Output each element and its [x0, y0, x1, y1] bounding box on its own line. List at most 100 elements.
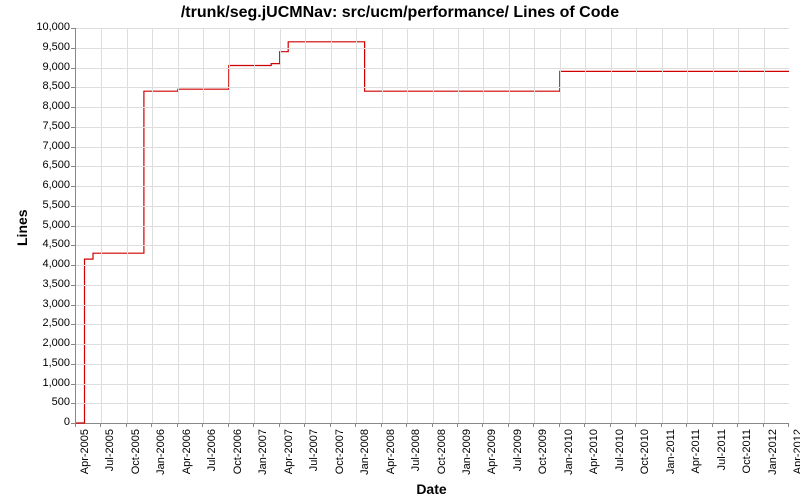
xtick: [126, 423, 127, 427]
gridline-v: [483, 28, 484, 423]
gridline-v: [534, 28, 535, 423]
xtick: [100, 423, 101, 427]
xtick: [279, 423, 280, 427]
gridline-v: [229, 28, 230, 423]
ytick-label: 6,000: [30, 179, 70, 191]
xtick-label: Apr-2007: [283, 429, 295, 489]
gridline-v: [433, 28, 434, 423]
xtick-label: Jul-2009: [512, 429, 524, 489]
xtick: [202, 423, 203, 427]
gridline-v: [738, 28, 739, 423]
xtick: [355, 423, 356, 427]
ytick-label: 2,500: [30, 317, 70, 329]
gridline-v: [127, 28, 128, 423]
xtick: [661, 423, 662, 427]
gridline-v: [254, 28, 255, 423]
gridline-v: [611, 28, 612, 423]
xtick-label: Jan-2009: [461, 429, 473, 489]
y-axis-label: Lines: [14, 209, 30, 246]
xtick: [788, 423, 789, 427]
gridline-v: [101, 28, 102, 423]
loc-chart: /trunk/seg.jUCMNav: src/ucm/performance/…: [0, 0, 800, 500]
xtick-label: Oct-2005: [130, 429, 142, 489]
xtick: [304, 423, 305, 427]
xtick: [559, 423, 560, 427]
xtick-label: Oct-2011: [741, 429, 753, 489]
ytick: [71, 48, 75, 49]
ytick: [71, 245, 75, 246]
ytick: [71, 28, 75, 29]
xtick: [177, 423, 178, 427]
gridline-v: [764, 28, 765, 423]
gridline-v: [509, 28, 510, 423]
gridline-v: [687, 28, 688, 423]
xtick: [75, 423, 76, 427]
xtick-label: Jul-2006: [206, 429, 218, 489]
ytick: [71, 265, 75, 266]
ytick-label: 4,000: [30, 258, 70, 270]
gridline-v: [585, 28, 586, 423]
xtick: [763, 423, 764, 427]
xtick-label: Apr-2010: [588, 429, 600, 489]
ytick-label: 3,500: [30, 278, 70, 290]
ytick-label: 4,500: [30, 238, 70, 250]
gridline-v: [560, 28, 561, 423]
gridline-v: [280, 28, 281, 423]
ytick-label: 0: [30, 416, 70, 428]
xtick: [253, 423, 254, 427]
ytick: [71, 226, 75, 227]
xtick-label: Jul-2010: [614, 429, 626, 489]
ytick: [71, 344, 75, 345]
xtick-label: Jul-2011: [716, 429, 728, 489]
xtick-label: Apr-2006: [181, 429, 193, 489]
ytick: [71, 186, 75, 187]
xtick-label: Oct-2010: [639, 429, 651, 489]
ytick-label: 10,000: [30, 21, 70, 33]
ytick-label: 5,000: [30, 219, 70, 231]
ytick: [71, 206, 75, 207]
ytick-label: 500: [30, 396, 70, 408]
gridline-v: [458, 28, 459, 423]
xtick-label: Jan-2012: [767, 429, 779, 489]
ytick-label: 7,500: [30, 120, 70, 132]
xtick: [432, 423, 433, 427]
ytick-label: 6,500: [30, 159, 70, 171]
gridline-v: [356, 28, 357, 423]
xtick: [584, 423, 585, 427]
xtick-label: Oct-2006: [232, 429, 244, 489]
xtick: [482, 423, 483, 427]
ytick: [71, 305, 75, 306]
ytick-label: 9,000: [30, 61, 70, 73]
xtick-label: Apr-2012: [792, 429, 800, 489]
ytick-label: 7,000: [30, 140, 70, 152]
xtick-label: Jan-2006: [155, 429, 167, 489]
xtick: [330, 423, 331, 427]
xtick-label: Apr-2011: [690, 429, 702, 489]
ytick-label: 3,000: [30, 298, 70, 310]
gridline-v: [178, 28, 179, 423]
ytick: [71, 364, 75, 365]
xtick-label: Oct-2007: [334, 429, 346, 489]
ytick-label: 1,000: [30, 377, 70, 389]
xtick: [533, 423, 534, 427]
ytick: [71, 285, 75, 286]
xtick: [610, 423, 611, 427]
xtick: [508, 423, 509, 427]
ytick-label: 5,500: [30, 199, 70, 211]
ytick: [71, 127, 75, 128]
xtick-label: Apr-2005: [79, 429, 91, 489]
xtick-label: Oct-2009: [537, 429, 549, 489]
ytick: [71, 147, 75, 148]
gridline-v: [203, 28, 204, 423]
gridline-v: [713, 28, 714, 423]
xtick: [686, 423, 687, 427]
ytick-label: 2,000: [30, 337, 70, 349]
xtick-label: Jan-2011: [665, 429, 677, 489]
xtick: [457, 423, 458, 427]
chart-title: /trunk/seg.jUCMNav: src/ucm/performance/…: [0, 4, 800, 22]
ytick: [71, 166, 75, 167]
ytick: [71, 68, 75, 69]
xtick: [406, 423, 407, 427]
plot-area: [75, 28, 789, 424]
ytick: [71, 384, 75, 385]
